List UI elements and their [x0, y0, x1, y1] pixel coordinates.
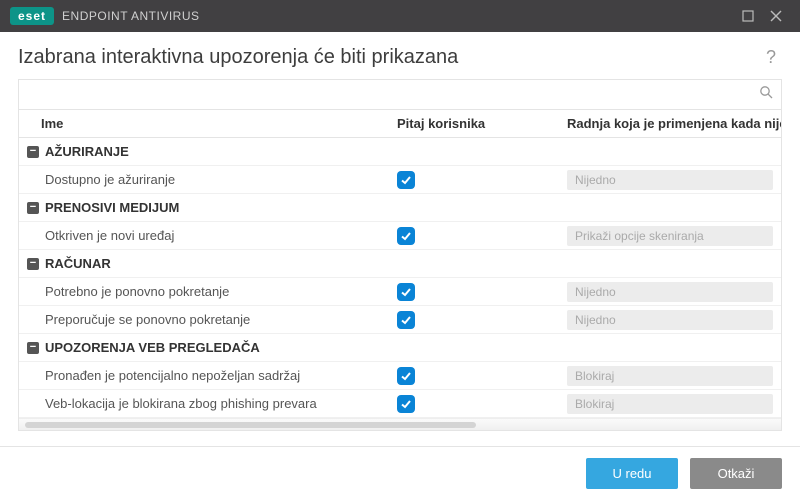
col-action: Radnja koja je primenjena kada nije u [559, 110, 781, 137]
footer: U redu Otkaži [0, 446, 800, 500]
close-icon [770, 10, 782, 22]
setting-name: Preporučuje se ponovno pokretanje [19, 308, 389, 331]
group-row[interactable]: −UPOZORENJA VEB PREGLEDAČA [19, 334, 781, 362]
setting-row: Pronađen je potencijalno nepoželjan sadr… [19, 362, 781, 390]
minimize-icon [742, 10, 754, 22]
group-row[interactable]: −AŽURIRANJE [19, 138, 781, 166]
group-row[interactable]: −PRENOSIVI MEDIJUM [19, 194, 781, 222]
setting-row: Potrebno je ponovno pokretanje Nijedno [19, 278, 781, 306]
group-row[interactable]: −RAČUNAR [19, 250, 781, 278]
ask-user-checkbox[interactable] [397, 283, 415, 301]
search-icon[interactable] [759, 85, 773, 104]
group-label: RAČUNAR [45, 256, 111, 271]
setting-name: Dostupno je ažuriranje [19, 168, 389, 191]
page-header: Izabrana interaktivna upozorenja će biti… [0, 32, 800, 79]
default-action-field: Nijedno [567, 282, 773, 302]
collapse-icon: − [27, 146, 39, 158]
rows-container: −AŽURIRANJEDostupno je ažuriranjeNijedno… [19, 138, 781, 418]
search-input[interactable] [27, 80, 759, 109]
help-button[interactable]: ? [760, 47, 782, 68]
ok-button[interactable]: U redu [586, 458, 678, 489]
default-action-field: Nijedno [567, 170, 773, 190]
ask-user-checkbox[interactable] [397, 367, 415, 385]
default-action-field: Blokiraj [567, 394, 773, 414]
col-name: Ime [19, 110, 389, 137]
column-headers: Ime Pitaj korisnika Radnja koja je prime… [19, 110, 781, 138]
minimize-button[interactable] [734, 2, 762, 30]
page-title: Izabrana interaktivna upozorenja će biti… [18, 46, 760, 69]
default-action-field: Nijedno [567, 310, 773, 330]
search-bar [19, 80, 781, 110]
horizontal-scrollbar[interactable] [19, 418, 781, 430]
group-label: AŽURIRANJE [45, 144, 129, 159]
ask-user-checkbox[interactable] [397, 171, 415, 189]
ask-user-checkbox[interactable] [397, 395, 415, 413]
titlebar: eset ENDPOINT ANTIVIRUS [0, 0, 800, 32]
cancel-button[interactable]: Otkaži [690, 458, 782, 489]
group-label: PRENOSIVI MEDIJUM [45, 200, 179, 215]
setting-name: Otkriven je novi uređaj [19, 224, 389, 247]
setting-row: Otkriven je novi uređaj Prikaži opcije sk… [19, 222, 781, 250]
close-button[interactable] [762, 2, 790, 30]
setting-name: Veb-lokacija je blokirana zbog phishing … [19, 392, 389, 415]
default-action-field: Blokiraj [567, 366, 773, 386]
collapse-icon: − [27, 202, 39, 214]
product-name: ENDPOINT ANTIVIRUS [62, 9, 199, 23]
setting-row: Veb-lokacija je blokirana zbog phishing … [19, 390, 781, 418]
ask-user-checkbox[interactable] [397, 311, 415, 329]
brand-text: eset [18, 9, 46, 23]
setting-row: Dostupno je ažuriranje Nijedno [19, 166, 781, 194]
setting-name: Pronađen je potencijalno nepoželjan sadr… [19, 364, 389, 387]
group-label: UPOZORENJA VEB PREGLEDAČA [45, 340, 260, 355]
setting-name: Potrebno je ponovno pokretanje [19, 280, 389, 303]
default-action-field: Prikaži opcije skeniranja [567, 226, 773, 246]
collapse-icon: − [27, 342, 39, 354]
col-ask: Pitaj korisnika [389, 110, 559, 137]
setting-row: Preporučuje se ponovno pokretanje Nijedno [19, 306, 781, 334]
collapse-icon: − [27, 258, 39, 270]
settings-panel: Ime Pitaj korisnika Radnja koja je prime… [18, 79, 782, 431]
brand-logo: eset [10, 7, 54, 25]
ask-user-checkbox[interactable] [397, 227, 415, 245]
